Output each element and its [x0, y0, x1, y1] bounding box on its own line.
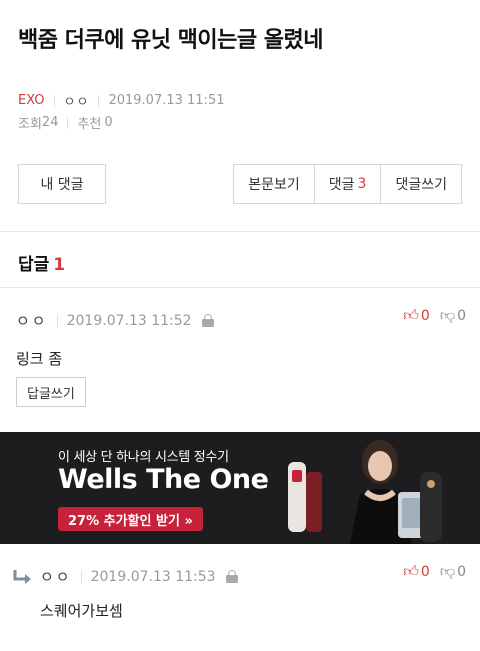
divider	[56, 314, 58, 327]
comment-meta: ㅇㅇ 2019.07.13 11:53	[12, 566, 238, 587]
replies-header: 답글 1	[18, 250, 65, 275]
upvote-count: 0	[420, 307, 430, 324]
ad-banner[interactable]: 이 세상 단 하나의 시스템 정수기 Wells The One 27% 추가할…	[0, 432, 480, 544]
write-comment-button[interactable]: 댓글쓰기	[380, 164, 462, 204]
post-stats: 조회 24 추천 0	[18, 113, 113, 132]
comment-votes: 👍︎ 0 👎︎ 0	[393, 562, 466, 581]
comment-text: 스퀘어가보셈	[40, 602, 123, 620]
downvote-count: 0	[457, 563, 466, 580]
recommend-count: 0	[104, 115, 113, 130]
view-post-button[interactable]: 본문보기	[233, 164, 315, 204]
divider	[53, 94, 55, 107]
section-divider	[0, 231, 480, 232]
divider	[67, 116, 69, 129]
ad-subtitle: 이 세상 단 하나의 시스템 정수기	[58, 450, 229, 465]
recommend-label: 추천	[77, 117, 102, 132]
comment-meta: ㅇㅇ 2019.07.13 11:52	[16, 310, 214, 331]
post-nav-group: 본문보기 댓글 3 댓글쓰기	[233, 164, 462, 204]
comment-author[interactable]: ㅇㅇ	[40, 566, 72, 587]
comment-text: 링크 좀	[16, 350, 63, 368]
upvote-button[interactable]: 👍︎ 0	[403, 306, 430, 325]
write-reply-button[interactable]: 답글쓰기	[16, 377, 86, 407]
thumbs-up-icon: 👍︎	[403, 562, 419, 580]
lock-icon	[225, 570, 238, 583]
reply-comment: ㅇㅇ 2019.07.13 11:53 👍︎ 0 👎︎ 0 스퀘어가보셈	[0, 562, 480, 642]
reply-arrow-icon	[13, 569, 31, 584]
replies-label: 답글	[18, 255, 50, 275]
ad-cta-button[interactable]: 27% 추가할인 받기 »	[58, 507, 203, 531]
comment-author[interactable]: ㅇㅇ	[16, 310, 48, 331]
ad-title: Wells The One	[58, 464, 269, 495]
post-header: 백줌 더쿠에 유닛 맥이는글 올렸네	[0, 0, 480, 56]
post-datetime: 2019.07.13 11:51	[108, 93, 225, 108]
post-meta: EXO ㅇㅇ 2019.07.13 11:51	[18, 91, 224, 110]
thumbs-up-icon: 👍︎	[403, 306, 419, 324]
my-comments-button[interactable]: 내 댓글	[18, 164, 106, 204]
replies-count: 1	[53, 255, 66, 275]
comment: ㅇㅇ 2019.07.13 11:52 👍︎ 0 👎︎ 0 링크 좀 답글쓰기	[0, 306, 480, 416]
comments-button[interactable]: 댓글 3	[313, 164, 382, 204]
comment-datetime: 2019.07.13 11:53	[90, 568, 216, 585]
board-link[interactable]: EXO	[18, 93, 45, 108]
downvote-button[interactable]: 👎︎ 0	[440, 306, 466, 325]
upvote-count: 0	[420, 563, 430, 580]
comments-label: 댓글	[328, 177, 355, 193]
action-buttons: 내 댓글 본문보기 댓글 3 댓글쓰기	[18, 164, 462, 204]
upvote-button[interactable]: 👍︎ 0	[403, 562, 430, 581]
ad-product-image	[270, 432, 480, 544]
lock-icon	[201, 314, 214, 327]
comment-datetime: 2019.07.13 11:52	[66, 312, 192, 329]
downvote-count: 0	[457, 307, 466, 324]
comments-count: 3	[357, 176, 367, 192]
divider	[80, 570, 82, 583]
section-divider	[0, 287, 480, 288]
comment-votes: 👍︎ 0 👎︎ 0	[393, 306, 466, 325]
thumbs-down-icon: 👎︎	[439, 562, 456, 580]
views-label: 조회	[18, 117, 42, 132]
post-title: 백줌 더쿠에 유닛 맥이는글 올렸네	[18, 28, 324, 53]
thumbs-down-icon: 👎︎	[439, 306, 456, 324]
divider	[98, 94, 100, 107]
post-author[interactable]: ㅇㅇ	[64, 91, 90, 110]
downvote-button[interactable]: 👎︎ 0	[440, 562, 466, 581]
views-count: 24	[41, 115, 59, 130]
